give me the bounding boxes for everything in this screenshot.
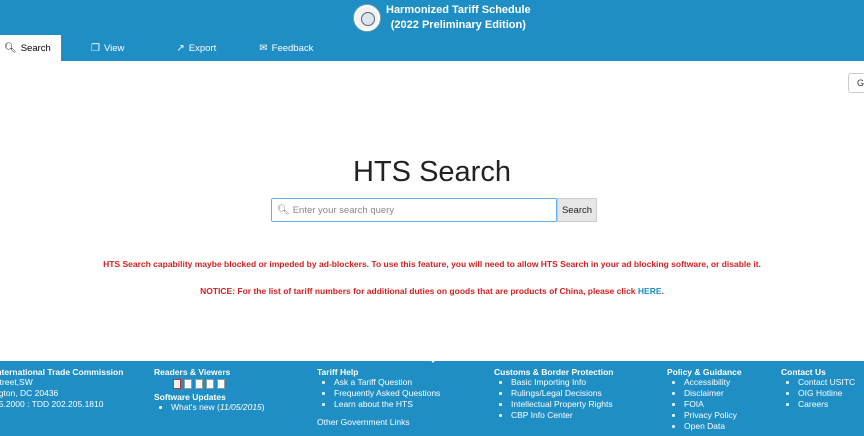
footer-toggle-caret-icon[interactable] bbox=[429, 358, 437, 363]
search-button[interactable]: Search bbox=[557, 198, 597, 222]
footer: International Trade Commission Street,SW… bbox=[0, 358, 864, 436]
pdf-reader-icon[interactable] bbox=[173, 379, 181, 389]
china-notice-suffix: . bbox=[661, 286, 664, 296]
site-title-line1: Harmonized Tariff Schedule bbox=[386, 4, 531, 16]
china-duties-notice: NOTICE: For the list of tariff numbers f… bbox=[0, 286, 864, 296]
search-icon: 🔍︎ bbox=[277, 204, 290, 216]
page-title: HTS Search bbox=[353, 156, 511, 188]
other-government-links[interactable]: Other Government Links bbox=[317, 417, 410, 427]
footer-link[interactable]: OIG Hotline bbox=[798, 388, 855, 399]
footer-link[interactable]: Accessibility bbox=[684, 377, 742, 388]
footer-tariff-help: Tariff Help Ask a Tariff Question Freque… bbox=[317, 367, 440, 410]
site-brand[interactable]: Harmonized Tariff Schedule (2022 Prelimi… bbox=[354, 3, 531, 33]
tab-search[interactable]: 🔍︎ Search bbox=[0, 35, 61, 61]
here-link[interactable]: HERE bbox=[638, 286, 662, 296]
footer-link[interactable]: FOIA bbox=[684, 399, 742, 410]
footer-usitc-heading: International Trade Commission bbox=[0, 367, 124, 377]
search-input[interactable] bbox=[292, 204, 553, 216]
search-icon: 🔍︎ bbox=[4, 42, 17, 54]
tab-feedback[interactable]: ✉ Feedback bbox=[216, 35, 313, 61]
whats-new-item[interactable]: What's new (11/05/2015) bbox=[171, 402, 265, 413]
footer-link[interactable]: Contact USITC bbox=[798, 377, 855, 388]
footer-link[interactable]: Ask a Tariff Question bbox=[334, 377, 440, 388]
footer-contact-heading: Contact Us bbox=[781, 367, 826, 377]
footer-link[interactable]: Disclaimer bbox=[684, 388, 742, 399]
footer-link[interactable]: Basic Importing Info bbox=[511, 377, 614, 388]
footer-link[interactable]: Privacy Policy bbox=[684, 410, 742, 421]
powerpoint-viewer-icon[interactable] bbox=[206, 379, 214, 389]
footer-customs: Customs & Border Protection Basic Import… bbox=[494, 367, 614, 421]
excel-viewer-icon[interactable] bbox=[195, 379, 203, 389]
footer-address-line: ngton, DC 20436 bbox=[0, 388, 59, 398]
footer-readers-heading: Readers & Viewers bbox=[154, 367, 231, 377]
whats-new-date: 11/05/2015 bbox=[219, 402, 262, 412]
footer-link[interactable]: Intellectual Property Rights bbox=[511, 399, 614, 410]
china-notice-text: NOTICE: For the list of tariff numbers f… bbox=[200, 286, 636, 296]
footer-usitc: International Trade Commission Street,SW… bbox=[0, 367, 123, 410]
footer-link[interactable]: Careers bbox=[798, 399, 855, 410]
tab-export[interactable]: ↗ Export bbox=[124, 35, 216, 61]
footer-software-heading: Software Updates bbox=[154, 392, 226, 402]
footer-contact: Contact Us Contact USITC OIG Hotline Car… bbox=[781, 367, 855, 410]
tab-view[interactable]: ❐ View bbox=[61, 35, 124, 61]
tab-export-label: Export bbox=[188, 42, 217, 54]
footer-link[interactable]: Frequently Asked Questions bbox=[334, 388, 440, 399]
export-icon: ↗ bbox=[176, 42, 185, 54]
footer-link[interactable]: Open Data bbox=[684, 421, 742, 432]
footer-readers: Readers & Viewers Software Updates What'… bbox=[154, 367, 265, 413]
whats-new-label: What's new bbox=[171, 402, 215, 412]
footer-tariff-heading: Tariff Help bbox=[317, 367, 359, 377]
footer-policy: Policy & Guidance Accessibility Disclaim… bbox=[667, 367, 742, 432]
site-title-line2: (2022 Preliminary Edition) bbox=[390, 19, 526, 31]
tab-search-label: Search bbox=[20, 42, 51, 54]
document-viewer-icon[interactable] bbox=[217, 379, 225, 389]
word-viewer-icon[interactable] bbox=[184, 379, 192, 389]
footer-address-line: Street,SW bbox=[0, 377, 33, 387]
search-field[interactable]: 🔍︎ bbox=[271, 198, 557, 222]
footer-customs-heading: Customs & Border Protection bbox=[494, 367, 614, 377]
tab-view-label: View bbox=[103, 42, 125, 54]
feedback-icon: ✉ bbox=[259, 42, 268, 54]
footer-link[interactable]: CBP Info Center bbox=[511, 410, 614, 421]
adblock-notice: HTS Search capability maybe blocked or i… bbox=[103, 259, 761, 269]
copy-icon: ❐ bbox=[91, 42, 100, 54]
footer-link[interactable]: Learn about the HTS bbox=[334, 399, 440, 410]
reader-icons bbox=[154, 379, 265, 389]
usitc-seal-logo bbox=[354, 5, 380, 31]
tab-feedback-label: Feedback bbox=[271, 42, 314, 54]
main-tabs: 🔍︎ Search ❐ View ↗ Export ✉ Feedback bbox=[0, 35, 313, 61]
search-form: 🔍︎ Search bbox=[271, 198, 597, 222]
footer-phone-line: 05.2000 : TDD 202.205.1810 bbox=[0, 399, 104, 409]
top-banner: Harmonized Tariff Schedule (2022 Prelimi… bbox=[0, 0, 864, 61]
translate-button[interactable]: G bbox=[848, 73, 864, 93]
footer-policy-heading: Policy & Guidance bbox=[667, 367, 742, 377]
footer-link[interactable]: Rulings/Legal Decisions bbox=[511, 388, 614, 399]
